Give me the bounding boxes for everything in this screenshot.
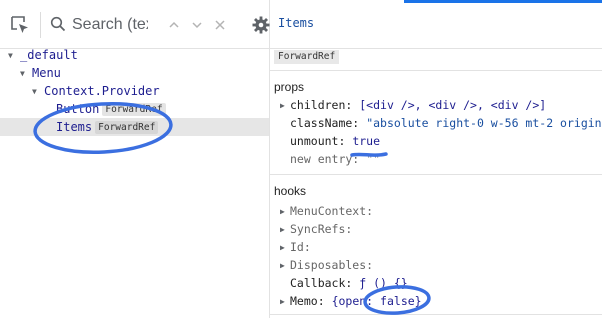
selected-component-title: Items (278, 16, 315, 30)
expand-arrow-icon[interactable]: ▶ (280, 293, 290, 311)
hook-disposables[interactable]: ▶ Disposables: (280, 256, 373, 274)
tree-item-menu[interactable]: ▼ Menu (20, 64, 61, 82)
hooks-section-title: hooks (274, 184, 307, 198)
prop-unmount[interactable]: unmount: true (280, 132, 380, 150)
tab-active-indicator (404, 0, 602, 3)
hook-memo[interactable]: ▶ Memo: {open: false} (280, 292, 422, 310)
tree-item-button[interactable]: Button ForwardRef (44, 100, 166, 118)
gear-icon[interactable] (252, 16, 270, 34)
prop-children[interactable]: ▶ children: [<div />, <div />, <div />] (280, 96, 546, 114)
chevron-down-icon[interactable] (191, 18, 203, 30)
expanded-arrow-icon[interactable]: ▼ (20, 65, 32, 83)
expanded-arrow-icon[interactable]: ▼ (8, 47, 20, 65)
close-icon[interactable] (214, 18, 226, 30)
tree-item-context-provider[interactable]: ▼ Context.Provider (32, 82, 160, 100)
expand-arrow-icon[interactable]: ▶ (280, 239, 290, 257)
section-divider (270, 174, 602, 175)
expanded-arrow-icon[interactable]: ▼ (32, 83, 44, 101)
expand-arrow-icon[interactable]: ▶ (280, 203, 290, 221)
forwardref-badge: ForwardRef (95, 121, 159, 134)
tree-item-items[interactable]: Items ForwardRef (0, 118, 269, 136)
hook-id[interactable]: ▶ Id: (280, 238, 311, 256)
expand-arrow-icon[interactable]: ▶ (280, 221, 290, 239)
tree-item-default[interactable]: ▼ _default (8, 46, 78, 64)
expand-arrow-icon[interactable]: ▶ (280, 257, 290, 275)
prop-classname[interactable]: className: "absolute right-0 w-56 mt-2 o… (280, 114, 602, 132)
prop-new-entry[interactable]: new entry: "" (280, 150, 380, 168)
inspect-icon[interactable] (9, 14, 31, 36)
search-icon (50, 16, 66, 32)
hook-callback[interactable]: Callback: ƒ () {} (280, 274, 408, 292)
toolbar-separator (40, 12, 41, 38)
section-divider (270, 70, 602, 71)
forwardref-badge: ForwardRef (102, 103, 166, 116)
section-divider (270, 314, 602, 315)
chevron-up-icon[interactable] (168, 18, 180, 30)
search-input[interactable] (72, 12, 148, 38)
hook-syncrefs[interactable]: ▶ SyncRefs: (280, 220, 352, 238)
expand-arrow-icon[interactable]: ▶ (280, 97, 290, 115)
panel-divider (269, 0, 270, 318)
hook-menucontext[interactable]: ▶ MenuContext: (280, 202, 373, 220)
component-type-badge: ForwardRef (274, 50, 340, 64)
props-section-title: props (274, 80, 305, 94)
